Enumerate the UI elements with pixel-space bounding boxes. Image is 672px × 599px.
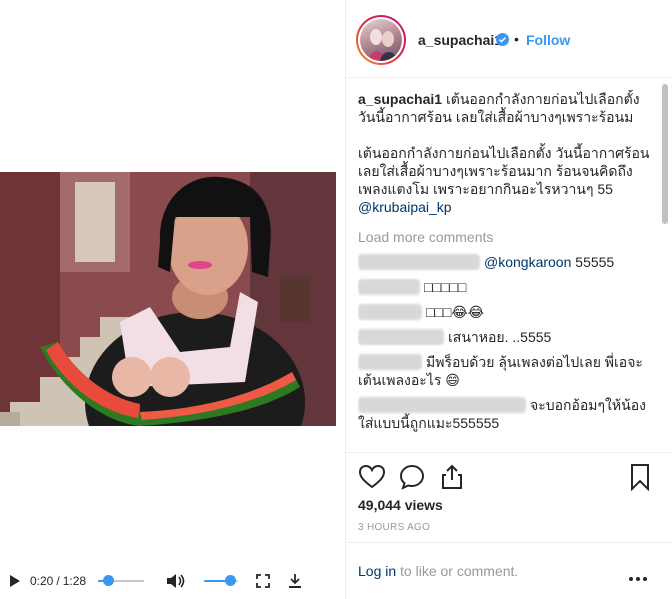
login-prompt: Log in to like or comment. [358, 563, 518, 579]
seek-handle[interactable] [103, 575, 115, 586]
bookmark-icon[interactable] [626, 463, 654, 492]
action-bar [346, 452, 672, 500]
caption2-text: เต้นออกกำลังกายก่อนไปเลือกตั้ง วันนี้อาก… [358, 145, 650, 197]
comment-item: เสนาหอย. ..5555 [358, 328, 658, 346]
follow-button[interactable]: Follow [526, 32, 570, 48]
comment-text: □□□😂😂 [426, 304, 485, 320]
video-controls: 0:20/1:28 [0, 566, 336, 596]
video-frame-image [0, 172, 336, 426]
comment-item: □□□😂😂 [358, 303, 658, 321]
post-sidebar: a_supachai1 • Follow a_supachai1 เต้นออก… [345, 0, 672, 599]
comments-scrollbar[interactable] [659, 80, 669, 452]
heart-icon[interactable] [358, 463, 386, 491]
blurred-username [358, 397, 526, 413]
comment-mention-link[interactable]: @kongkaroon [484, 254, 571, 270]
comment-item: □□□□□ [358, 278, 658, 296]
load-more-comments-button[interactable]: Load more comments [358, 228, 658, 246]
header-username[interactable]: a_supachai1 [418, 32, 502, 48]
current-time: 0:20 [30, 574, 54, 588]
verified-badge-icon [496, 33, 509, 46]
comment-item: จะบอกอ้อมๆให้น้องใส่แบบนี้ถูกแมะ555555 [358, 396, 658, 432]
caption-username[interactable]: a_supachai1 [358, 91, 442, 107]
blurred-username [358, 279, 420, 295]
download-icon[interactable] [288, 574, 302, 588]
share-icon[interactable] [438, 463, 466, 491]
blurred-username [358, 354, 422, 370]
seek-bar[interactable] [98, 574, 145, 588]
comment-text: จะบอกอ้อมๆให้น้องใส่แบบนี้ถูกแมะ555555 [358, 396, 658, 432]
play-icon[interactable] [8, 574, 22, 588]
fullscreen-icon[interactable] [256, 574, 270, 588]
comment-text: □□□□□ [424, 279, 467, 295]
video-pane: 0:20/1:28 [0, 0, 336, 599]
post-header: a_supachai1 • Follow [346, 0, 672, 78]
volume-icon[interactable] [166, 574, 186, 588]
duration: 1:28 [62, 574, 87, 588]
video-time: 0:20/1:28 [30, 574, 87, 588]
comment-icon[interactable] [398, 463, 426, 491]
comment-text: เสนาหอย. ..5555 [448, 329, 552, 345]
video-player[interactable] [0, 172, 336, 426]
separator-dot: • [514, 31, 519, 47]
comments-list: a_supachai1 เต้นออกกำลังกายก่อนไปเลือกตั… [358, 90, 658, 450]
blurred-username [358, 329, 444, 345]
view-count: 49,044 views [358, 497, 443, 513]
more-options-icon[interactable] [628, 569, 648, 581]
blurred-username [358, 304, 422, 320]
comment-item: มีพร็อบด้วย ลุ้นเพลงต่อไปเลย พี่เอจะเต้น… [358, 353, 658, 389]
login-suffix: to like or comment. [396, 563, 519, 579]
comment-body: 55555 [575, 254, 615, 270]
login-link[interactable]: Log in [358, 563, 396, 579]
comment-text: มีพร็อบด้วย ลุ้นเพลงต่อไปเลย พี่เอจะเต้น… [358, 353, 658, 389]
comment-item: @kongkaroon 55555 [358, 253, 658, 271]
avatar[interactable] [356, 15, 406, 65]
volume-slider[interactable] [204, 574, 239, 588]
volume-handle[interactable] [225, 575, 237, 586]
caption: a_supachai1 เต้นออกกำลังกายก่อนไปเลือกตั… [358, 90, 658, 126]
login-footer: Log in to like or comment. [346, 542, 672, 598]
post-timestamp: 3 HOURS AGO [358, 522, 431, 533]
caption-continued: เต้นออกกำลังกายก่อนไปเลือกตั้ง วันนี้อาก… [358, 144, 658, 216]
caption-mention-link[interactable]: @krubaipai_kp [358, 199, 452, 215]
comment-text: @kongkaroon 55555 [484, 253, 614, 271]
blurred-username [358, 254, 480, 270]
